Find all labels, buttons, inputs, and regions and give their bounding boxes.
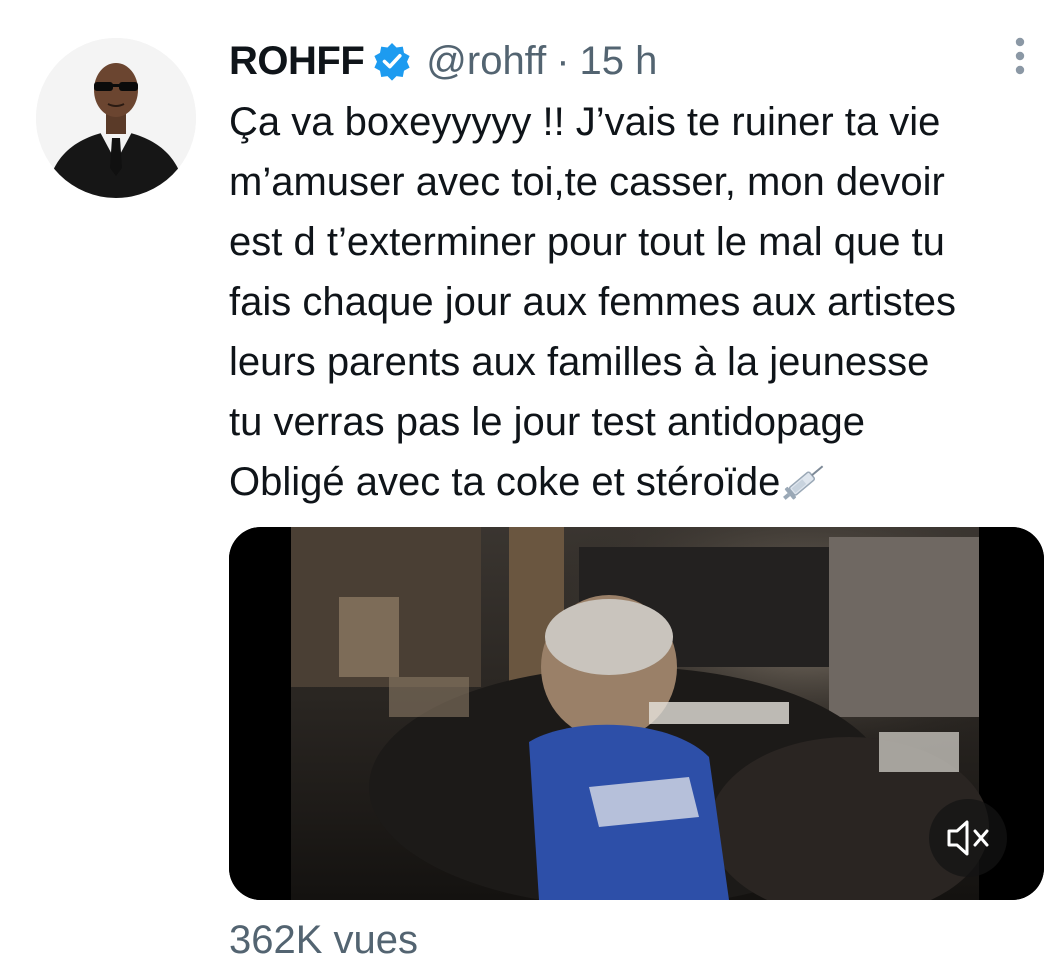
view-count: 362K vues bbox=[229, 918, 419, 962]
tweet-text-line: m’amuser avec toi,te casser, mon devoir bbox=[229, 160, 945, 204]
syringe-icon bbox=[780, 459, 830, 503]
tweet-text-last-line: Obligé avec ta coke et stéroïde bbox=[229, 452, 1059, 512]
verified-badge-icon bbox=[372, 41, 412, 81]
tweet-text: Ça va boxeyyyyy !! J’vais te ruiner ta v… bbox=[229, 92, 1059, 512]
tweet-text-line: Obligé avec ta coke et stéroïde bbox=[229, 460, 781, 504]
avatar[interactable] bbox=[36, 38, 196, 198]
mute-toggle-button[interactable] bbox=[929, 799, 1007, 877]
video-frame bbox=[229, 527, 1044, 900]
tweet-text-line: fais chaque jour aux femmes aux artistes bbox=[229, 280, 957, 324]
tweet-text-line: leurs parents aux familles à la jeunesse bbox=[229, 340, 930, 384]
more-vertical-icon[interactable] bbox=[1000, 36, 1040, 80]
tweet-text-line: est d t’exterminer pour tout le mal que … bbox=[229, 220, 945, 264]
tweet-text-line: tu verras pas le jour test antidopage bbox=[229, 400, 865, 444]
tweet-header: ROHFF @rohff · 15 h bbox=[229, 36, 657, 86]
tweet-timestamp[interactable]: 15 h bbox=[580, 39, 658, 84]
author-handle[interactable]: @rohff bbox=[426, 39, 546, 84]
tweet-text-line: Ça va boxeyyyyy !! J’vais te ruiner ta v… bbox=[229, 100, 941, 144]
author-display-name[interactable]: ROHFF bbox=[229, 39, 365, 84]
tweet-card[interactable]: ROHFF @rohff · 15 h Ça va boxeyyyyy !! J… bbox=[0, 0, 1061, 962]
volume-muted-icon bbox=[947, 820, 989, 856]
header-separator: · bbox=[556, 38, 570, 83]
video-player[interactable] bbox=[229, 527, 1044, 900]
